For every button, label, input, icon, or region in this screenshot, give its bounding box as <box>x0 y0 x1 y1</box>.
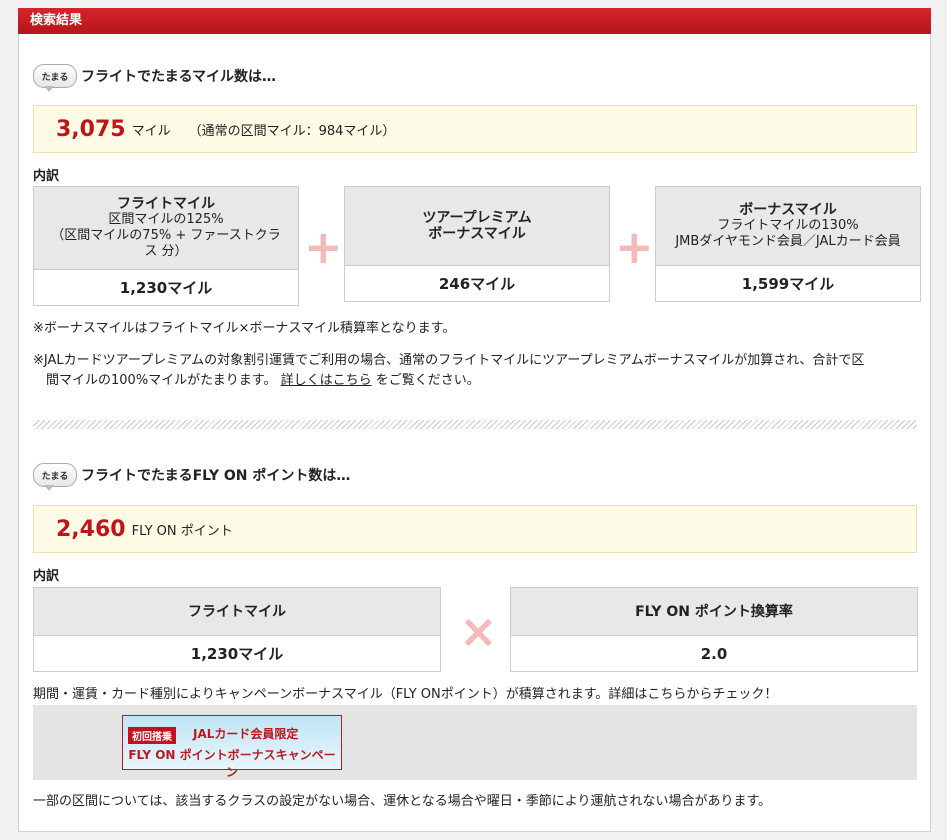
miles-total-value: 3,075 <box>56 116 126 142</box>
card-value: 1,230マイル <box>33 270 299 306</box>
banner-campaign-text: FLY ON ポイントボーナスキャンペーン <box>128 748 336 779</box>
card-title: ツアープレミアム <box>422 210 532 226</box>
bonus-miles-card: ボーナスマイル フライトマイルの130% JMBダイヤモンド会員／JALカード会… <box>655 186 921 302</box>
card-title: フライトマイル <box>117 196 215 212</box>
card-detail: ス 分） <box>144 244 188 259</box>
card-title: ボーナスマイル <box>739 202 837 218</box>
flyon-breakdown-label: 内訳 <box>33 569 60 584</box>
card-detail: フライトマイルの130% <box>717 218 859 233</box>
flight-miles-card: フライトマイル 区間マイルの125% （区間マイルの75% + ファーストクラ … <box>33 186 299 306</box>
tamaru-badge-icon: たまる <box>33 463 77 491</box>
tour-premium-note-line1: ※JALカードツアープレミアムの対象割引運賃でご利用の場合、通常のフライトマイル… <box>33 353 865 368</box>
plus-icon: + <box>615 220 654 274</box>
note-text: をご覧ください。 <box>375 373 480 388</box>
flyon-total-box: 2,460 FLY ON ポイント <box>33 505 917 553</box>
card-title: FLY ON ポイント換算率 <box>635 603 793 620</box>
bonus-miles-note: ※ボーナスマイルはフライトマイル×ボーナスマイル積算率となります。 <box>33 321 456 336</box>
card-detail: JMBダイヤモンド会員／JALカード会員 <box>675 234 901 249</box>
banner-tag: 初回搭乗 <box>128 727 176 744</box>
search-results-panel: 検索結果 たまる フライトでたまるマイル数は… 3,075 マイル （通常の区間… <box>18 8 931 832</box>
flyon-total-value: 2,460 <box>56 516 126 542</box>
campaign-note: 期間・運賃・カード種別によりキャンペーンボーナスマイル（FLY ONポイント）が… <box>33 687 778 702</box>
normal-section-miles-note: （通常の区間マイル：984マイル） <box>188 123 396 139</box>
plus-icon: + <box>304 220 343 274</box>
card-detail: （区間マイルの75% + ファーストクラ <box>51 228 281 243</box>
tour-premium-card: ツアープレミアム ボーナスマイル 246マイル <box>344 186 610 302</box>
card-value: 246マイル <box>344 266 610 302</box>
card-title: フライトマイル <box>188 603 286 620</box>
banner-area: 初回搭乗 JALカード会員限定 FLY ON ポイントボーナスキャンペーン <box>33 705 917 780</box>
tour-premium-note-line2: 間マイルの100%マイルがたまります。 詳しくはこちら をご覧ください。 <box>33 371 480 391</box>
flyon-rate-card: FLY ON ポイント換算率 2.0 <box>510 587 918 672</box>
card-value: 2.0 <box>510 636 918 672</box>
flyon-section-title: たまる フライトでたまるFLY ON ポイント数は… <box>33 463 351 491</box>
miles-title-text: フライトでたまるマイル数は… <box>81 69 277 85</box>
panel-header: 検索結果 <box>18 8 931 34</box>
miles-total-unit: マイル <box>131 123 171 139</box>
section-divider <box>33 420 917 429</box>
flyon-title-text: フライトでたまるFLY ON ポイント数は… <box>81 468 351 484</box>
note-text: 間マイルの100%マイルがたまります。 <box>46 373 277 388</box>
tamaru-badge-icon: たまる <box>33 64 77 92</box>
card-detail: 区間マイルの125% <box>108 212 224 227</box>
banner-limited-text: JALカード会員限定 <box>193 727 299 741</box>
campaign-banner[interactable]: 初回搭乗 JALカード会員限定 FLY ON ポイントボーナスキャンペーン <box>122 715 342 779</box>
card-value: 1,599マイル <box>655 266 921 302</box>
card-value: 1,230マイル <box>33 636 441 672</box>
details-link[interactable]: 詳しくはこちら <box>281 373 372 388</box>
miles-total-box: 3,075 マイル （通常の区間マイル：984マイル） <box>33 105 917 153</box>
flyon-total-unit: FLY ON ポイント <box>131 523 233 539</box>
footer-note: 一部の区間については、該当するクラスの設定がない場合、運休となる場合や曜日・季節… <box>33 794 772 809</box>
miles-breakdown-label: 内訳 <box>33 169 60 184</box>
multiply-icon: × <box>459 604 498 658</box>
miles-section-title: たまる フライトでたまるマイル数は… <box>33 64 277 92</box>
card-title-line2: ボーナスマイル <box>428 226 526 242</box>
flyon-flight-miles-card: フライトマイル 1,230マイル <box>33 587 441 672</box>
